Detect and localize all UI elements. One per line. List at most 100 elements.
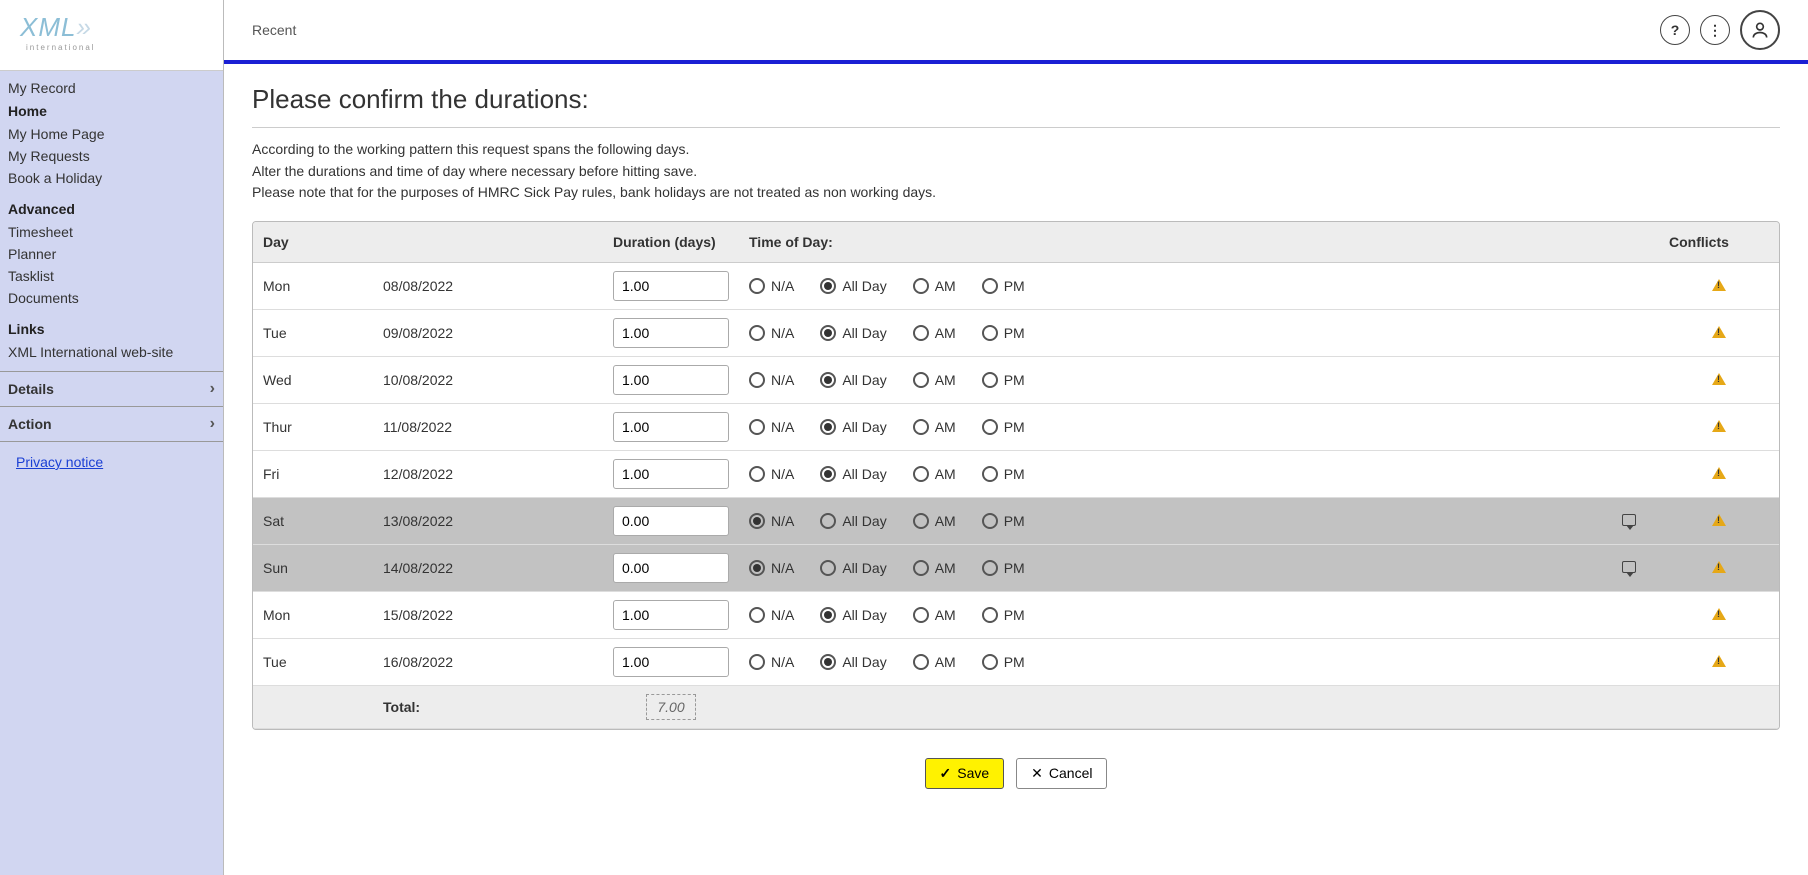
radio-na[interactable]: N/A <box>749 325 794 341</box>
duration-input[interactable] <box>613 271 729 301</box>
duration-input[interactable] <box>613 365 729 395</box>
radio-na[interactable]: N/A <box>749 419 794 435</box>
radio-am[interactable]: AM <box>913 278 956 294</box>
radio-pm[interactable]: PM <box>982 654 1025 670</box>
radio-label: All Day <box>842 607 886 623</box>
radio-allday[interactable]: All Day <box>820 654 886 670</box>
radio-na[interactable]: N/A <box>749 372 794 388</box>
nav-home-item-2[interactable]: Book a Holiday <box>8 167 215 189</box>
radio-pm[interactable]: PM <box>982 466 1025 482</box>
radio-icon <box>913 607 929 623</box>
radio-am[interactable]: AM <box>913 560 956 576</box>
radio-label: N/A <box>771 654 794 670</box>
th-conflicts: Conflicts <box>1659 222 1779 263</box>
radio-am[interactable]: AM <box>913 466 956 482</box>
radio-allday[interactable]: All Day <box>820 372 886 388</box>
nav-details[interactable]: Details › <box>0 371 223 407</box>
nav-home-item-0[interactable]: My Home Page <box>8 123 215 145</box>
table-row: Tue16/08/2022N/AAll DayAMPM <box>253 639 1779 686</box>
nav-adv-item-3[interactable]: Documents <box>8 287 215 309</box>
warning-icon[interactable] <box>1712 608 1726 620</box>
radio-pm[interactable]: PM <box>982 325 1025 341</box>
radio-allday[interactable]: All Day <box>820 560 886 576</box>
cell-day: Thur <box>253 404 373 451</box>
radio-label: All Day <box>842 325 886 341</box>
radio-icon <box>982 372 998 388</box>
warning-icon[interactable] <box>1712 373 1726 385</box>
radio-allday[interactable]: All Day <box>820 466 886 482</box>
radio-am[interactable]: AM <box>913 419 956 435</box>
radio-na[interactable]: N/A <box>749 607 794 623</box>
radio-icon <box>982 654 998 670</box>
warning-icon[interactable] <box>1712 655 1726 667</box>
nav-action[interactable]: Action › <box>0 407 223 442</box>
duration-input[interactable] <box>613 412 729 442</box>
th-day: Day <box>253 222 603 263</box>
radio-allday[interactable]: All Day <box>820 278 886 294</box>
duration-input[interactable] <box>613 600 729 630</box>
more-icon[interactable]: ⋮ <box>1700 15 1730 45</box>
cell-day: Wed <box>253 357 373 404</box>
table-row: Wed10/08/2022N/AAll DayAMPM <box>253 357 1779 404</box>
radio-label: PM <box>1004 654 1025 670</box>
nav-header-home: Home <box>8 99 215 123</box>
radio-am[interactable]: AM <box>913 513 956 529</box>
duration-input[interactable] <box>613 647 729 677</box>
total-value <box>646 694 696 720</box>
cell-date: 15/08/2022 <box>373 592 603 639</box>
recent-menu[interactable]: Recent <box>252 22 296 38</box>
radio-icon <box>749 372 765 388</box>
warning-icon[interactable] <box>1712 467 1726 479</box>
radio-allday[interactable]: All Day <box>820 325 886 341</box>
duration-input[interactable] <box>613 553 729 583</box>
radio-am[interactable]: AM <box>913 607 956 623</box>
radio-label: All Day <box>842 419 886 435</box>
warning-icon[interactable] <box>1712 561 1726 573</box>
nav-adv-item-1[interactable]: Planner <box>8 243 215 265</box>
nav-my-record[interactable]: My Record <box>8 77 215 99</box>
warning-icon[interactable] <box>1712 514 1726 526</box>
radio-label: AM <box>935 607 956 623</box>
radio-na[interactable]: N/A <box>749 560 794 576</box>
radio-am[interactable]: AM <box>913 654 956 670</box>
radio-pm[interactable]: PM <box>982 560 1025 576</box>
warning-icon[interactable] <box>1712 420 1726 432</box>
radio-na[interactable]: N/A <box>749 278 794 294</box>
duration-input[interactable] <box>613 318 729 348</box>
nav-adv-item-2[interactable]: Tasklist <box>8 265 215 287</box>
help-icon[interactable]: ? <box>1660 15 1690 45</box>
duration-input[interactable] <box>613 506 729 536</box>
radio-na[interactable]: N/A <box>749 654 794 670</box>
nav-links-item-0[interactable]: XML International web-site <box>8 341 215 363</box>
comment-icon[interactable] <box>1622 514 1636 526</box>
comment-icon[interactable] <box>1622 561 1636 573</box>
cell-date: 12/08/2022 <box>373 451 603 498</box>
radio-pm[interactable]: PM <box>982 419 1025 435</box>
privacy-link[interactable]: Privacy notice <box>16 454 103 470</box>
radio-na[interactable]: N/A <box>749 466 794 482</box>
cell-day: Sat <box>253 498 373 545</box>
duration-input[interactable] <box>613 459 729 489</box>
nav-action-label: Action <box>8 416 52 432</box>
radio-am[interactable]: AM <box>913 372 956 388</box>
radio-icon <box>820 607 836 623</box>
radio-pm[interactable]: PM <box>982 607 1025 623</box>
radio-allday[interactable]: All Day <box>820 513 886 529</box>
radio-pm[interactable]: PM <box>982 513 1025 529</box>
radio-pm[interactable]: PM <box>982 372 1025 388</box>
warning-icon[interactable] <box>1712 326 1726 338</box>
radio-icon <box>820 325 836 341</box>
nav-home-item-1[interactable]: My Requests <box>8 145 215 167</box>
radio-icon <box>913 513 929 529</box>
radio-pm[interactable]: PM <box>982 278 1025 294</box>
radio-am[interactable]: AM <box>913 325 956 341</box>
radio-allday[interactable]: All Day <box>820 419 886 435</box>
radio-allday[interactable]: All Day <box>820 607 886 623</box>
radio-na[interactable]: N/A <box>749 513 794 529</box>
user-icon[interactable] <box>1740 10 1780 50</box>
warning-icon[interactable] <box>1712 279 1726 291</box>
save-button[interactable]: Save <box>925 758 1005 789</box>
radio-label: PM <box>1004 278 1025 294</box>
cancel-button[interactable]: Cancel <box>1016 758 1107 789</box>
nav-adv-item-0[interactable]: Timesheet <box>8 221 215 243</box>
